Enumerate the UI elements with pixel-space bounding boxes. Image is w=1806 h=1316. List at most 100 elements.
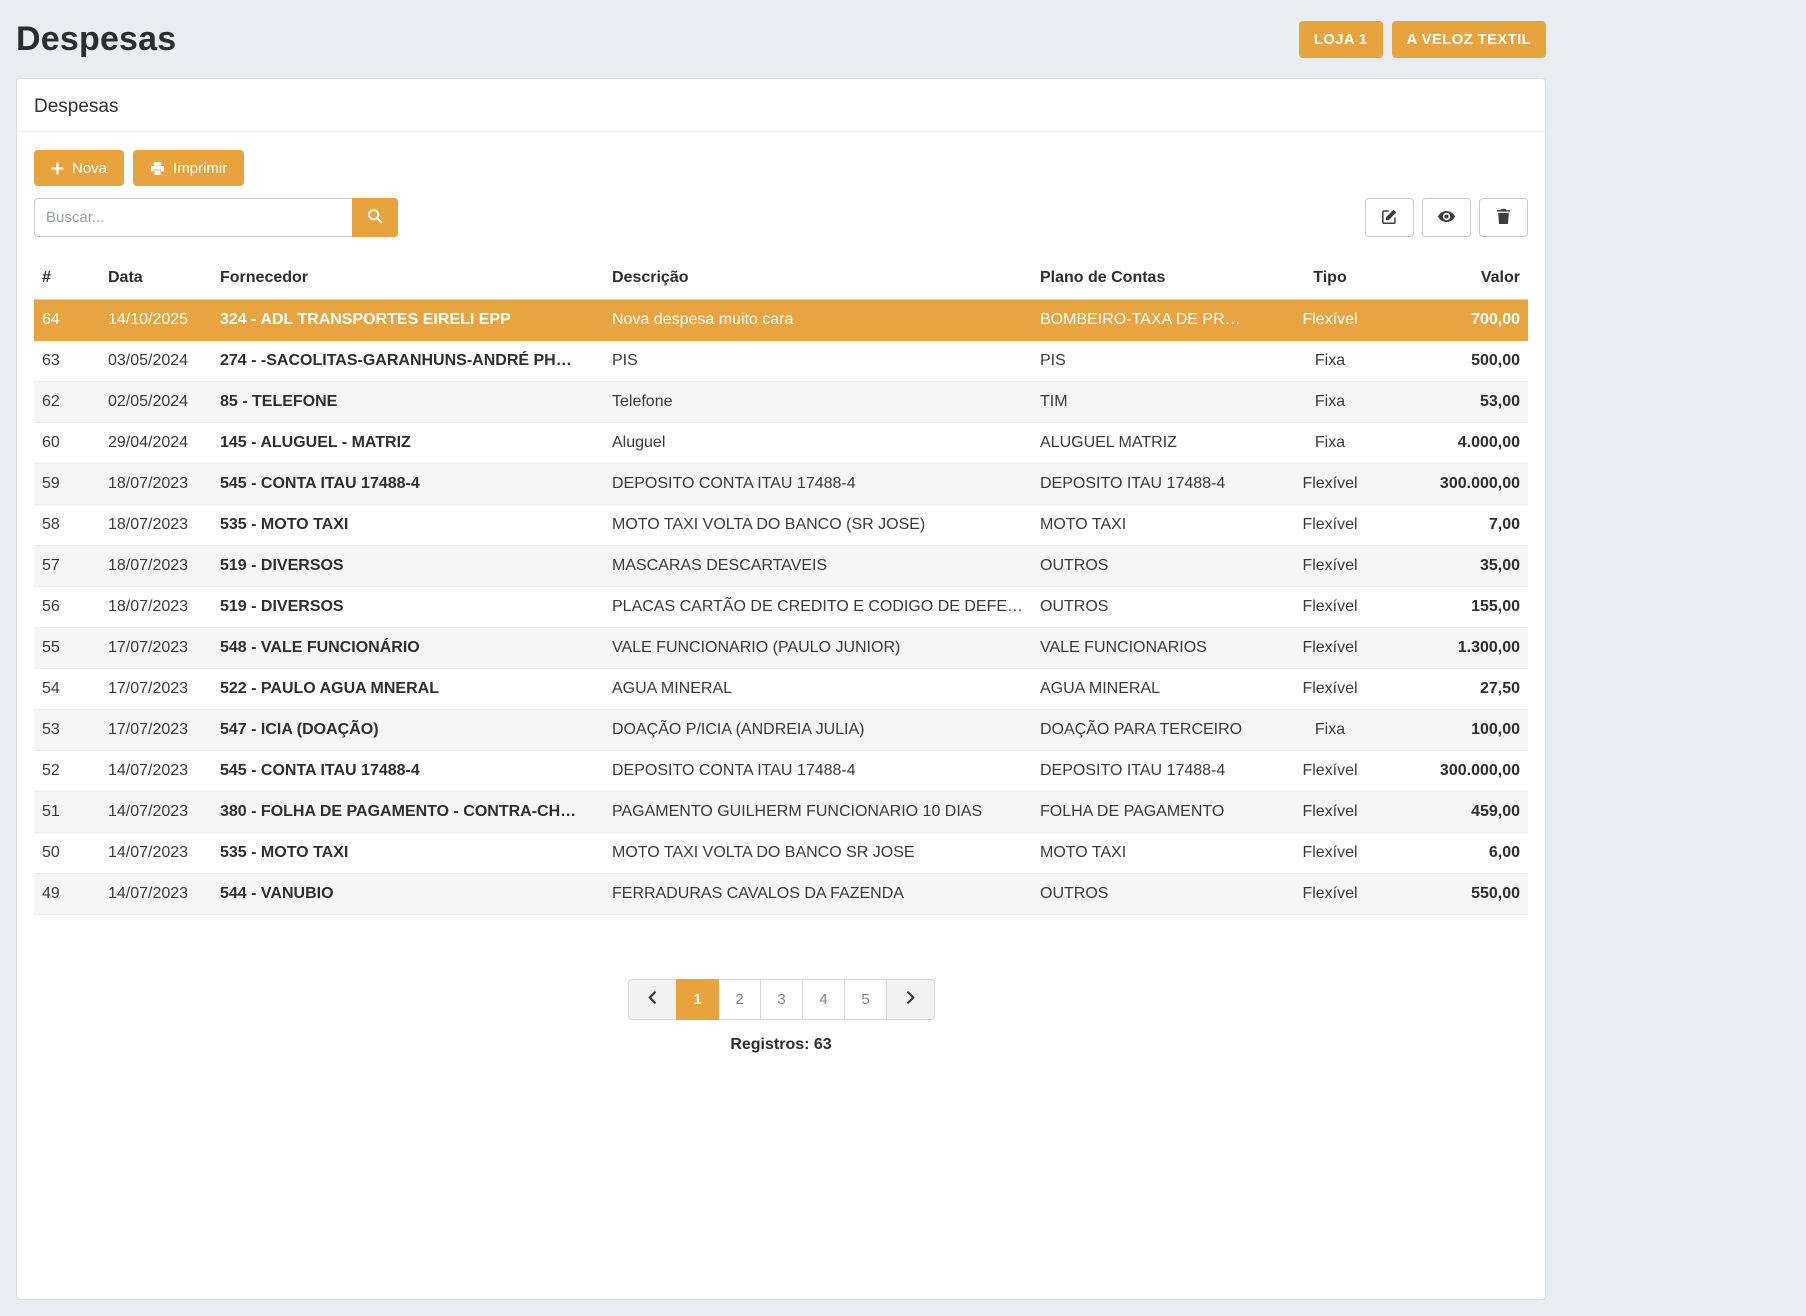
cell-valor: 4.000,00 bbox=[1380, 423, 1528, 464]
cell-valor: 155,00 bbox=[1380, 587, 1528, 628]
cell-valor: 700,00 bbox=[1380, 300, 1528, 341]
toolbar-row bbox=[34, 198, 1528, 237]
action-row: Nova Imprimir bbox=[34, 150, 1528, 186]
table-row[interactable]: 5718/07/2023519 - DIVERSOSMASCARAS DESCA… bbox=[34, 546, 1528, 587]
cell-descricao: Telefone bbox=[604, 382, 1032, 423]
cell-valor: 27,50 bbox=[1380, 669, 1528, 710]
cell-id: 58 bbox=[34, 505, 100, 546]
column-header-fornecedor[interactable]: Fornecedor bbox=[212, 259, 604, 300]
table-row[interactable]: 5918/07/2023545 - CONTA ITAU 17488-4DEPO… bbox=[34, 464, 1528, 505]
table-row[interactable]: 6029/04/2024145 - ALUGUEL - MATRIZAlugue… bbox=[34, 423, 1528, 464]
imprimir-button[interactable]: Imprimir bbox=[133, 150, 244, 186]
view-button[interactable] bbox=[1422, 198, 1471, 237]
cell-tipo: Fixa bbox=[1280, 341, 1380, 382]
edit-button[interactable] bbox=[1365, 198, 1414, 237]
cell-tipo: Flexível bbox=[1280, 546, 1380, 587]
pagination-page-1[interactable]: 1 bbox=[676, 979, 719, 1020]
pagination-page-5[interactable]: 5 bbox=[844, 979, 887, 1020]
cell-descricao: MOTO TAXI VOLTA DO BANCO SR JOSE bbox=[604, 833, 1032, 874]
cell-tipo: Flexível bbox=[1280, 587, 1380, 628]
pagination-page-4[interactable]: 4 bbox=[802, 979, 845, 1020]
cell-descricao: Nova despesa muito cara bbox=[604, 300, 1032, 341]
column-header-tipo[interactable]: Tipo bbox=[1280, 259, 1380, 300]
search-group bbox=[34, 198, 398, 237]
table-row[interactable]: 6202/05/202485 - TELEFONETelefoneTIMFixa… bbox=[34, 382, 1528, 423]
cell-descricao: DEPOSITO CONTA ITAU 17488-4 bbox=[604, 464, 1032, 505]
search-input[interactable] bbox=[34, 198, 352, 237]
table-row[interactable]: 5114/07/2023380 - FOLHA DE PAGAMENTO - C… bbox=[34, 792, 1528, 833]
cell-tipo: Fixa bbox=[1280, 423, 1380, 464]
cell-data: 02/05/2024 bbox=[100, 382, 212, 423]
cell-plano: ALUGUEL MATRIZ bbox=[1032, 423, 1280, 464]
cell-id: 63 bbox=[34, 341, 100, 382]
cell-plano: DEPOSITO ITAU 17488-4 bbox=[1032, 751, 1280, 792]
pagination-page-3[interactable]: 3 bbox=[760, 979, 803, 1020]
cell-tipo: Flexível bbox=[1280, 628, 1380, 669]
cell-id: 59 bbox=[34, 464, 100, 505]
table-row[interactable]: 5818/07/2023535 - MOTO TAXIMOTO TAXI VOL… bbox=[34, 505, 1528, 546]
table-row[interactable]: 5417/07/2023522 - PAULO AGUA MNERALAGUA … bbox=[34, 669, 1528, 710]
cell-data: 14/07/2023 bbox=[100, 874, 212, 915]
cell-valor: 53,00 bbox=[1380, 382, 1528, 423]
cell-data: 14/07/2023 bbox=[100, 833, 212, 874]
table-row[interactable]: 5014/07/2023535 - MOTO TAXIMOTO TAXI VOL… bbox=[34, 833, 1528, 874]
cell-tipo: Flexível bbox=[1280, 833, 1380, 874]
cell-data: 03/05/2024 bbox=[100, 341, 212, 382]
cell-descricao: PLACAS CARTÃO DE CREDITO E CODIGO DE DEF… bbox=[604, 587, 1032, 628]
chevron-right-icon bbox=[904, 991, 917, 1008]
cell-descricao: VALE FUNCIONARIO (PAULO JUNIOR) bbox=[604, 628, 1032, 669]
cell-valor: 1.300,00 bbox=[1380, 628, 1528, 669]
cell-valor: 7,00 bbox=[1380, 505, 1528, 546]
cell-valor: 300.000,00 bbox=[1380, 751, 1528, 792]
cell-fornecedor: 545 - CONTA ITAU 17488-4 bbox=[212, 751, 604, 792]
nova-button[interactable]: Nova bbox=[34, 150, 124, 186]
table-row[interactable]: 5317/07/2023547 - ICIA (DOAÇÃO)DOAÇÃO P/… bbox=[34, 710, 1528, 751]
table-row[interactable]: 5618/07/2023519 - DIVERSOSPLACAS CARTÃO … bbox=[34, 587, 1528, 628]
cell-plano: AGUA MINERAL bbox=[1032, 669, 1280, 710]
cell-valor: 459,00 bbox=[1380, 792, 1528, 833]
search-button[interactable] bbox=[352, 198, 398, 237]
expenses-table-body: 6414/10/2025324 - ADL TRANSPORTES EIRELI… bbox=[34, 300, 1528, 915]
column-header-valor[interactable]: Valor bbox=[1380, 259, 1528, 300]
cell-data: 17/07/2023 bbox=[100, 628, 212, 669]
cell-plano: DEPOSITO ITAU 17488-4 bbox=[1032, 464, 1280, 505]
cell-id: 56 bbox=[34, 587, 100, 628]
table-row[interactable]: 4914/07/2023544 - VANUBIOFERRADURAS CAVA… bbox=[34, 874, 1528, 915]
store-button[interactable]: LOJA 1 bbox=[1299, 21, 1383, 58]
column-header-data[interactable]: Data bbox=[100, 259, 212, 300]
search-icon bbox=[367, 208, 383, 227]
page-title: Despesas bbox=[16, 20, 176, 59]
column-header-id[interactable]: # bbox=[34, 259, 100, 300]
cell-data: 29/04/2024 bbox=[100, 423, 212, 464]
cell-id: 60 bbox=[34, 423, 100, 464]
cell-tipo: Flexível bbox=[1280, 300, 1380, 341]
expenses-table: # Data Fornecedor Descrição Plano de Con… bbox=[34, 259, 1528, 915]
cell-tipo: Flexível bbox=[1280, 669, 1380, 710]
cell-id: 55 bbox=[34, 628, 100, 669]
expenses-card: Despesas Nova Imprimir bbox=[16, 78, 1546, 1300]
cell-data: 14/07/2023 bbox=[100, 751, 212, 792]
table-row[interactable]: 5214/07/2023545 - CONTA ITAU 17488-4DEPO… bbox=[34, 751, 1528, 792]
cell-fornecedor: 519 - DIVERSOS bbox=[212, 546, 604, 587]
table-row[interactable]: 6414/10/2025324 - ADL TRANSPORTES EIRELI… bbox=[34, 300, 1528, 341]
column-header-plano[interactable]: Plano de Contas bbox=[1032, 259, 1280, 300]
cell-data: 18/07/2023 bbox=[100, 587, 212, 628]
pagination-next-button[interactable] bbox=[886, 979, 935, 1020]
cell-descricao: AGUA MINERAL bbox=[604, 669, 1032, 710]
column-header-descricao[interactable]: Descrição bbox=[604, 259, 1032, 300]
cell-descricao: DEPOSITO CONTA ITAU 17488-4 bbox=[604, 751, 1032, 792]
table-row[interactable]: 6303/05/2024274 - -SACOLITAS-GARANHUNS-A… bbox=[34, 341, 1528, 382]
cell-data: 17/07/2023 bbox=[100, 669, 212, 710]
pagination-prev-button[interactable] bbox=[628, 979, 677, 1020]
records-count: Registros: 63 bbox=[34, 1036, 1528, 1054]
card-body: Nova Imprimir bbox=[17, 132, 1545, 1074]
cell-fornecedor: 544 - VANUBIO bbox=[212, 874, 604, 915]
delete-button[interactable] bbox=[1479, 198, 1528, 237]
pagination-page-2[interactable]: 2 bbox=[718, 979, 761, 1020]
table-row[interactable]: 5517/07/2023548 - VALE FUNCIONÁRIOVALE F… bbox=[34, 628, 1528, 669]
company-button[interactable]: A VELOZ TEXTIL bbox=[1392, 21, 1546, 58]
page: Despesas LOJA 1 A VELOZ TEXTIL Despesas … bbox=[0, 0, 1806, 1316]
cell-plano: OUTROS bbox=[1032, 587, 1280, 628]
cell-valor: 500,00 bbox=[1380, 341, 1528, 382]
page-header: Despesas LOJA 1 A VELOZ TEXTIL bbox=[16, 10, 1546, 68]
